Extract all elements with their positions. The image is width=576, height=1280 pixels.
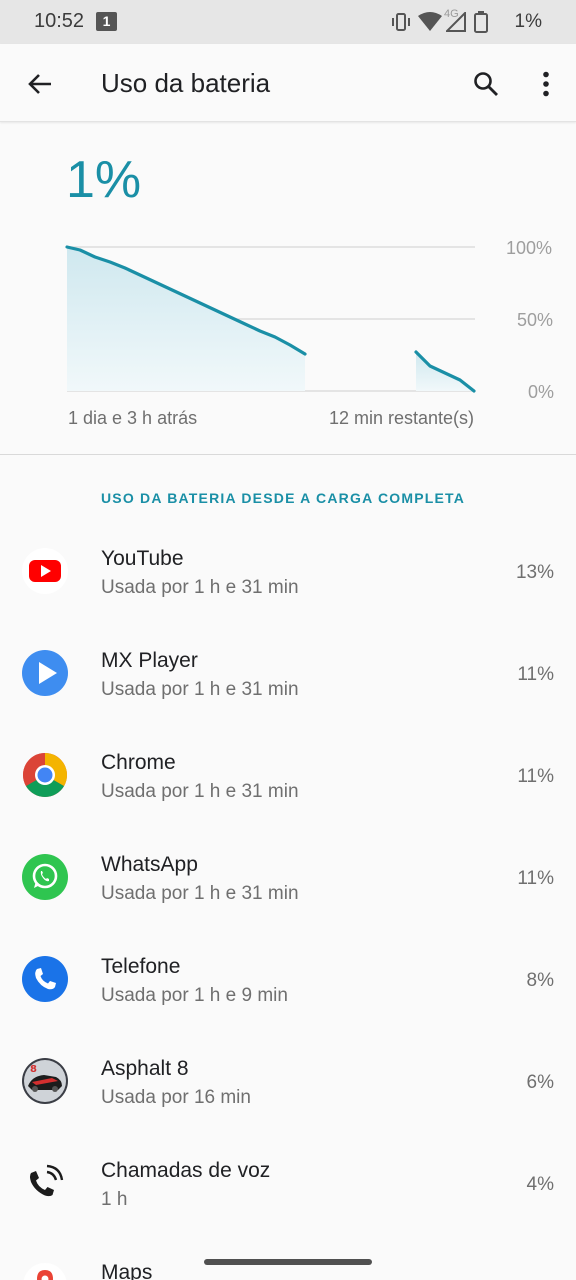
app-usage-percent: 11% [517,868,554,889]
app-name: WhatsApp [101,853,198,876]
status-bar: 10:52 1 4G 1% [0,0,576,44]
app-usage-percent: 11% [517,664,554,685]
search-button[interactable] [466,64,506,104]
status-battery-percent: 1% [514,11,542,32]
app-bar: Uso da bateria [0,44,576,122]
app-usage-time: Usada por 16 min [101,1087,251,1108]
app-usage-time: 1 h [101,1189,128,1210]
app-name: Chamadas de voz [101,1159,271,1182]
app-usage-time: Usada por 1 h e 31 min [101,679,299,700]
app-usage-percent: 8% [526,970,554,991]
app-usage-time: Usada por 1 h e 31 min [101,577,299,598]
svg-text:8: 8 [30,1064,37,1075]
app-usage-percent: 11% [517,766,554,787]
chart-end-label: 12 min restante(s) [328,408,474,428]
app-row-whatsapp[interactable]: WhatsApp Usada por 1 h e 31 min 11% [0,826,576,928]
section-header: USO DA BATERIA DESDE A CARGA COMPLETA [101,490,466,506]
chart-tick-0: 0% [528,382,555,402]
app-row-chamadas-de-voz[interactable]: Chamadas de voz 1 h 4% [0,1132,576,1234]
app-usage-time: Usada por 1 h e 31 min [101,781,299,802]
chart-start-label: 1 dia e 3 h atrás [68,408,198,428]
section-divider [0,454,576,455]
app-row-mx-player[interactable]: MX Player Usada por 1 h e 31 min 11% [0,622,576,724]
maps-icon [22,1262,68,1280]
back-button[interactable] [20,64,60,104]
battery-icon [474,11,488,33]
app-name: MX Player [101,649,198,672]
phone-icon [22,956,68,1002]
wifi-icon [418,12,442,31]
more-vert-icon [543,71,549,97]
app-usage-time: Usada por 1 h e 9 min [101,985,288,1006]
whatsapp-icon [22,854,68,900]
youtube-icon [22,548,68,594]
battery-level: 1% [66,151,142,209]
app-name: Asphalt 8 [101,1057,189,1080]
voice-call-icon [22,1160,68,1206]
app-name: Chrome [101,751,176,774]
app-name: Telefone [101,955,181,978]
page-title: Uso da bateria [101,68,271,98]
chart-tick-100: 100% [506,238,553,258]
app-usage-percent: 6% [526,1072,554,1093]
notification-badge: 1 [96,12,117,31]
vibrate-icon [392,13,410,31]
chrome-icon [22,752,68,798]
chart-tick-50: 50% [517,310,554,330]
app-row-youtube[interactable]: YouTube Usada por 1 h e 31 min 13% [0,520,576,622]
app-row-chrome[interactable]: Chrome Usada por 1 h e 31 min 11% [0,724,576,826]
app-row-asphalt-8[interactable]: 8 Asphalt 8 Usada por 16 min 6% [0,1030,576,1132]
status-icons: 4G 1% [376,0,576,44]
app-name: YouTube [101,547,184,570]
mx-player-icon [22,650,68,696]
gesture-nav-handle[interactable] [204,1259,372,1265]
signal-icon [446,12,466,32]
battery-usage-chart [65,245,476,393]
app-usage-time: Usada por 1 h e 31 min [101,883,299,904]
app-usage-percent: 4% [526,1174,554,1195]
app-row-maps[interactable]: Maps [0,1234,576,1280]
app-row-telefone[interactable]: Telefone Usada por 1 h e 9 min 8% [0,928,576,1030]
status-time: 10:52 [34,10,85,32]
app-usage-percent: 13% [515,562,554,583]
back-arrow-icon [28,74,51,94]
asphalt-icon: 8 [22,1058,68,1104]
search-icon [474,72,498,96]
more-options-button[interactable] [526,64,566,104]
app-name: Maps [101,1261,153,1280]
